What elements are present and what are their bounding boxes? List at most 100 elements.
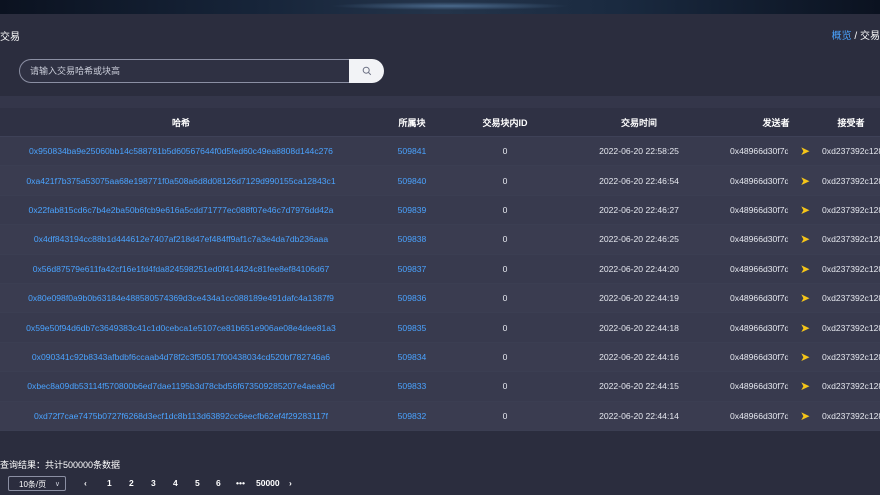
table-row: 0x22fab815cd6c7b4e2ba50b6fcb9e616a5cdd71… xyxy=(0,195,880,226)
column-header-block-id: 交易块内ID xyxy=(482,117,528,128)
block-link[interactable]: 509838 xyxy=(362,234,462,244)
tx-hash-link[interactable]: 0x950834ba9e25060bb14c588781b5d60567644f… xyxy=(0,146,362,156)
page-button[interactable]: 5 xyxy=(195,478,200,488)
block-tx-id: 0 xyxy=(502,322,508,333)
block-link[interactable]: 509832 xyxy=(362,411,462,421)
table-header: 哈希 所属块 交易块内ID 交易时间 发送者 接受者 xyxy=(0,108,880,137)
tx-hash-link[interactable]: 0x80e098f0a9b0b63184e488580574369d3ce434… xyxy=(0,293,362,303)
block-tx-id: 0 xyxy=(502,351,508,362)
block-link[interactable]: 509833 xyxy=(362,381,462,391)
search-icon xyxy=(362,66,371,76)
arrow-right-icon: ➤ xyxy=(799,380,811,393)
arrow-right-icon: ➤ xyxy=(799,233,811,246)
block-link[interactable]: 509839 xyxy=(362,205,462,215)
tx-time: 2022-06-20 22:44:16 xyxy=(599,351,679,362)
tx-hash-link[interactable]: 0x4df843194cc88b1d444612e7407af218d47ef4… xyxy=(0,234,362,244)
block-link[interactable]: 509834 xyxy=(362,352,462,362)
section-divider xyxy=(0,96,880,108)
table-row: 0x4df843194cc88b1d444612e7407af218d47ef4… xyxy=(0,225,880,255)
table-row: 0x59e50f94d6db7c3649383c41c1d0cebca1e510… xyxy=(0,313,880,343)
tx-hash-link[interactable]: 0x59e50f94d6db7c3649383c41c1d0cebca1e510… xyxy=(0,323,362,333)
arrow-right-icon: ➤ xyxy=(799,262,811,275)
table-row: 0x950834ba9e25060bb14c588781b5d60567644f… xyxy=(0,137,880,167)
page-ellipsis[interactable]: ••• xyxy=(236,478,245,488)
tx-hash-link[interactable]: 0x56d87579e611fa42cf16e1fd4fda824598251e… xyxy=(0,264,362,274)
page-button[interactable]: 2 xyxy=(129,478,134,488)
block-tx-id: 0 xyxy=(502,175,508,186)
block-tx-id: 0 xyxy=(502,146,508,157)
tx-hash-link[interactable]: 0x22fab815cd6c7b4e2ba50b6fcb9e616a5cdd71… xyxy=(0,205,362,215)
top-bar xyxy=(0,14,880,50)
arrow-right-icon: ➤ xyxy=(799,350,811,363)
breadcrumb: 概览 / 交易 xyxy=(832,27,880,42)
block-link[interactable]: 509835 xyxy=(362,323,462,333)
receiver: 0xd237392c128... xyxy=(822,234,880,245)
breadcrumb-home-link[interactable]: 概览 xyxy=(832,31,852,42)
page-size-select[interactable]: 10条/页 ∨ xyxy=(8,476,66,491)
table-row: 0x090341c92b8343afbdbf6ccaab4d78f2c3f505… xyxy=(0,342,880,373)
block-tx-id: 0 xyxy=(502,381,508,392)
receiver: 0xd237392c128... xyxy=(822,293,880,304)
receiver: 0xd237392c128... xyxy=(822,146,880,157)
column-header-block: 所属块 xyxy=(398,117,426,128)
tx-hash-link[interactable]: 0x090341c92b8343afbdbf6ccaab4d78f2c3f505… xyxy=(0,352,362,362)
page-button[interactable]: 1 xyxy=(107,478,112,488)
sender: 0x48966d30f7d... xyxy=(730,263,788,274)
table-row: 0xbec8a09db53114f570800b6ed7dae1195b3d78… xyxy=(0,372,880,402)
sender: 0x48966d30f7d... xyxy=(730,146,788,157)
block-tx-id: 0 xyxy=(502,410,508,421)
tx-time: 2022-06-20 22:46:27 xyxy=(599,204,679,215)
tx-time: 2022-06-20 22:44:18 xyxy=(599,322,679,333)
next-page-button[interactable]: › xyxy=(289,478,292,488)
search-box xyxy=(19,59,350,83)
tx-hash-link[interactable]: 0xd72f7cae7475b0727f6268d3ecf1dc8b113d63… xyxy=(0,411,362,421)
table-row: 0x80e098f0a9b0b63184e488580574369d3ce434… xyxy=(0,283,880,314)
block-tx-id: 0 xyxy=(502,263,508,274)
receiver: 0xd237392c128... xyxy=(822,351,880,362)
tx-time: 2022-06-20 22:58:25 xyxy=(599,146,679,157)
column-header-receiver: 接受者 xyxy=(837,117,865,128)
tx-time: 2022-06-20 22:44:14 xyxy=(599,410,679,421)
breadcrumb-separator: / xyxy=(851,31,860,42)
receiver: 0xd237392c128... xyxy=(822,263,880,274)
sender: 0x48966d30f7d... xyxy=(730,175,788,186)
block-link[interactable]: 509841 xyxy=(362,146,462,156)
sender: 0x48966d30f7d... xyxy=(730,322,788,333)
tx-hash-link[interactable]: 0xa421f7b375a53075aa68e198771f0a508a6d8d… xyxy=(0,176,362,186)
sender: 0x48966d30f7d... xyxy=(730,234,788,245)
arrow-right-icon: ➤ xyxy=(799,145,811,158)
tx-time: 2022-06-20 22:46:25 xyxy=(599,234,679,245)
prev-page-button[interactable]: ‹ xyxy=(84,478,87,488)
page-button[interactable]: 6 xyxy=(216,478,221,488)
column-header-time: 交易时间 xyxy=(620,117,657,128)
breadcrumb-current: 交易 xyxy=(860,31,880,42)
page-button[interactable]: 50000 xyxy=(256,478,280,488)
receiver: 0xd237392c128... xyxy=(822,322,880,333)
page-size-value: 10条/页 xyxy=(19,480,47,489)
block-tx-id: 0 xyxy=(502,293,508,304)
receiver: 0xd237392c128... xyxy=(822,381,880,392)
table-body: 0x950834ba9e25060bb14c588781b5d60567644f… xyxy=(0,137,880,431)
block-link[interactable]: 509840 xyxy=(362,176,462,186)
sender: 0x48966d30f7d... xyxy=(730,351,788,362)
block-link[interactable]: 509837 xyxy=(362,264,462,274)
tx-time: 2022-06-20 22:44:15 xyxy=(599,381,679,392)
receiver: 0xd237392c128... xyxy=(822,204,880,215)
transactions-table: 哈希 所属块 交易块内ID 交易时间 发送者 接受者 0x950834ba9e2… xyxy=(0,108,880,431)
column-header-hash: 哈希 xyxy=(171,117,190,128)
arrow-right-icon: ➤ xyxy=(799,174,811,187)
page-button[interactable]: 3 xyxy=(151,478,156,488)
receiver: 0xd237392c128... xyxy=(822,410,880,421)
block-link[interactable]: 509836 xyxy=(362,293,462,303)
search-button[interactable] xyxy=(349,59,384,83)
arrow-right-icon: ➤ xyxy=(799,321,811,334)
tx-time: 2022-06-20 22:44:19 xyxy=(599,293,679,304)
sender: 0x48966d30f7d... xyxy=(730,410,788,421)
page-title: 交易 xyxy=(0,32,20,43)
search-input[interactable] xyxy=(30,60,340,82)
table-row: 0x56d87579e611fa42cf16e1fd4fda824598251e… xyxy=(0,254,880,284)
page-button[interactable]: 4 xyxy=(173,478,178,488)
sender: 0x48966d30f7d... xyxy=(730,293,788,304)
receiver: 0xd237392c128... xyxy=(822,175,880,186)
tx-hash-link[interactable]: 0xbec8a09db53114f570800b6ed7dae1195b3d78… xyxy=(0,381,362,391)
